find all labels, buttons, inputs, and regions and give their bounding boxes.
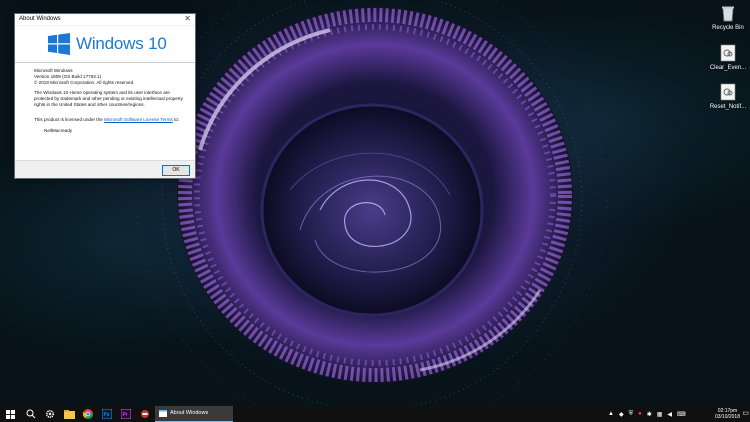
dropbox-icon[interactable]: ◆ — [619, 411, 624, 418]
ok-button[interactable]: OK — [162, 165, 190, 176]
premiere-icon: Pr — [121, 409, 131, 419]
taskbar-premiere[interactable]: Pr — [118, 406, 134, 422]
app-icon — [141, 410, 149, 418]
window-icon — [159, 410, 167, 417]
antivirus-icon[interactable]: ● — [638, 411, 642, 417]
license-suffix: to: — [172, 116, 180, 122]
desktop-icon-reset-notifications[interactable]: Reset_Notif... — [706, 82, 750, 111]
desktop-icon-label: Clear_Even... — [709, 65, 747, 71]
clock-date: 03/10/2018 — [714, 414, 740, 420]
network-icon[interactable]: ▦ — [657, 411, 663, 418]
file-explorer-icon — [63, 409, 75, 419]
chrome-icon — [83, 409, 93, 419]
desktop-icon-label: Recycle Bin — [712, 25, 744, 31]
settings-icon — [45, 409, 55, 419]
taskbar-photoshop[interactable]: Ps — [99, 406, 115, 422]
notification-icon[interactable]: ▭ — [742, 409, 749, 417]
language-icon[interactable]: ⌨ — [677, 411, 686, 418]
bluetooth-icon[interactable]: ✱ — [647, 411, 652, 418]
dialog-title: About Windows — [19, 16, 61, 22]
taskbar: Ps Pr About Windows ▲ ◆ ⛨ ● ✱ ▦ ◀ ⌨ 02:1… — [0, 406, 750, 422]
windows-banner: Windows 10 — [15, 26, 195, 63]
license-text: This product is licensed under the Micro… — [34, 117, 185, 123]
windows-logo-icon — [48, 33, 70, 55]
recycle-bin-icon — [718, 3, 738, 23]
start-button[interactable] — [3, 406, 17, 422]
svg-text:Pr: Pr — [123, 412, 128, 418]
windows-10-logo-text: Windows 10 — [76, 34, 167, 53]
search-button[interactable] — [23, 406, 39, 422]
taskbar-settings[interactable] — [42, 406, 58, 422]
system-tray: ▲ ◆ ⛨ ● ✱ ▦ ◀ ⌨ — [608, 406, 686, 422]
dialog-body: Microsoft Windows Version 1809 (OS Build… — [15, 63, 195, 133]
close-icon[interactable]: ✕ — [184, 14, 191, 23]
license-prefix: This product is licensed under the — [34, 116, 104, 122]
search-icon — [26, 409, 36, 419]
desktop-icon-recycle-bin[interactable]: Recycle Bin — [706, 3, 750, 32]
about-windows-dialog: About Windows ✕ Windows 10 Microsoft Win… — [14, 13, 196, 179]
dialog-title-bar[interactable]: About Windows ✕ — [15, 14, 195, 26]
taskbar-about-windows[interactable]: About Windows — [155, 406, 233, 422]
chevron-up-icon[interactable]: ▲ — [608, 411, 614, 417]
script-file-icon — [718, 43, 738, 63]
taskbar-window-label: About Windows — [170, 410, 209, 416]
taskbar-file-explorer[interactable] — [61, 406, 77, 422]
script-file-icon — [718, 82, 738, 102]
defender-icon[interactable]: ⛨ — [629, 411, 634, 418]
taskbar-chrome[interactable] — [80, 406, 96, 422]
licensed-user: NeilMacready — [44, 127, 73, 133]
volume-icon[interactable]: ◀ — [667, 411, 672, 418]
svg-text:Ps: Ps — [104, 412, 110, 418]
taskbar-app[interactable] — [137, 406, 153, 422]
desktop-icon-clear-events[interactable]: Clear_Even... — [706, 43, 750, 72]
license-terms-link[interactable]: Microsoft Software License Terms — [104, 117, 173, 122]
dialog-footer: OK — [15, 160, 195, 178]
photoshop-icon: Ps — [102, 409, 112, 419]
legal-text: The Windows 10 Home operating system and… — [34, 90, 183, 107]
taskbar-clock[interactable]: 02:17pm 03/10/2018 — [715, 408, 740, 420]
desktop-icon-label: Reset_Notif... — [709, 104, 747, 110]
start-icon — [5, 409, 15, 419]
